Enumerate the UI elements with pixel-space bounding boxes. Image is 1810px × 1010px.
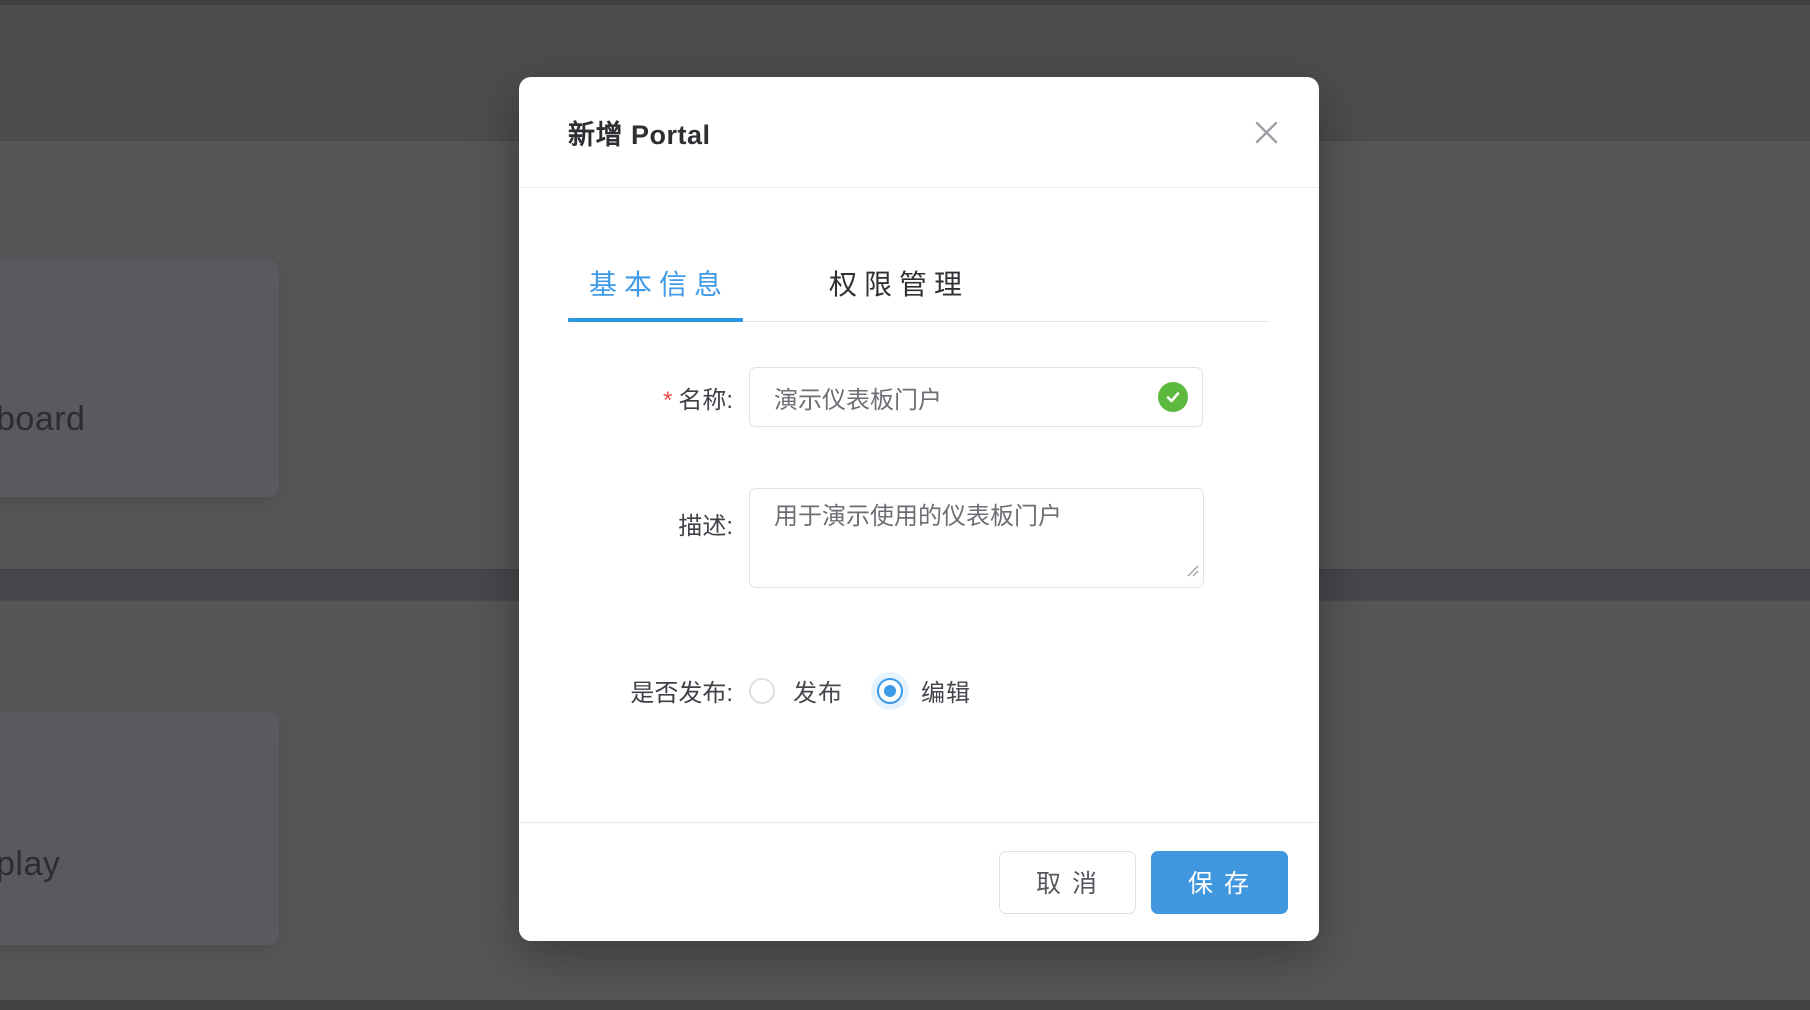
description-textarea[interactable]: 用于演示使用的仪表板门户 (749, 488, 1204, 588)
radio-option-publish[interactable]: 发布 (749, 673, 843, 708)
radio-edit-label: 编辑 (921, 673, 971, 708)
validation-success-badge (1158, 382, 1188, 412)
background-card-display (0, 712, 279, 945)
background-card-dashboard (0, 260, 279, 497)
description-label: 描述: (568, 488, 733, 541)
close-button[interactable] (1249, 115, 1283, 149)
resize-handle-icon[interactable] (1186, 564, 1199, 582)
name-label-text: 名称: (678, 387, 733, 414)
dialog-title: 新增 Portal (568, 113, 711, 152)
name-input-wrap (749, 367, 1203, 427)
name-input[interactable] (749, 367, 1203, 427)
radio-publish-label: 发布 (793, 673, 843, 708)
radio-unchecked-icon[interactable] (749, 678, 775, 704)
add-portal-dialog: 新增 Portal 基本信息 权限管理 *名称: (519, 77, 1319, 941)
required-asterisk: * (663, 387, 672, 414)
background-card-display-label: play (0, 845, 60, 884)
tab-permission-management[interactable]: 权限管理 (808, 244, 983, 321)
check-icon (1164, 388, 1182, 406)
portal-form: *名称: 描述: 用于演示使用的仪表板门户 (568, 367, 1270, 708)
publish-field-row: 是否发布: 发布 编辑 (568, 673, 1270, 708)
background-bottom-strip (0, 1000, 1810, 1010)
description-textarea-wrap: 用于演示使用的仪表板门户 (749, 488, 1204, 588)
publish-radio-group: 发布 编辑 (749, 673, 971, 708)
dialog-footer: 取 消 保 存 (519, 822, 1319, 941)
name-field-row: *名称: (568, 367, 1270, 427)
tab-bar: 基本信息 权限管理 (568, 244, 1270, 322)
close-x-icon (1253, 119, 1280, 146)
radio-option-edit[interactable]: 编辑 (877, 673, 971, 708)
dialog-header: 新增 Portal (519, 77, 1319, 188)
name-label: *名称: (568, 380, 733, 415)
dialog-body: 基本信息 权限管理 *名称: 描述: (519, 244, 1319, 708)
radio-checked-icon[interactable] (877, 678, 903, 704)
background-card-dashboard-label: board (0, 400, 85, 439)
cancel-button[interactable]: 取 消 (999, 851, 1136, 914)
description-field-row: 描述: 用于演示使用的仪表板门户 (568, 488, 1270, 588)
tab-basic-info[interactable]: 基本信息 (568, 244, 743, 321)
save-button[interactable]: 保 存 (1151, 851, 1288, 914)
publish-label: 是否发布: (568, 673, 733, 708)
